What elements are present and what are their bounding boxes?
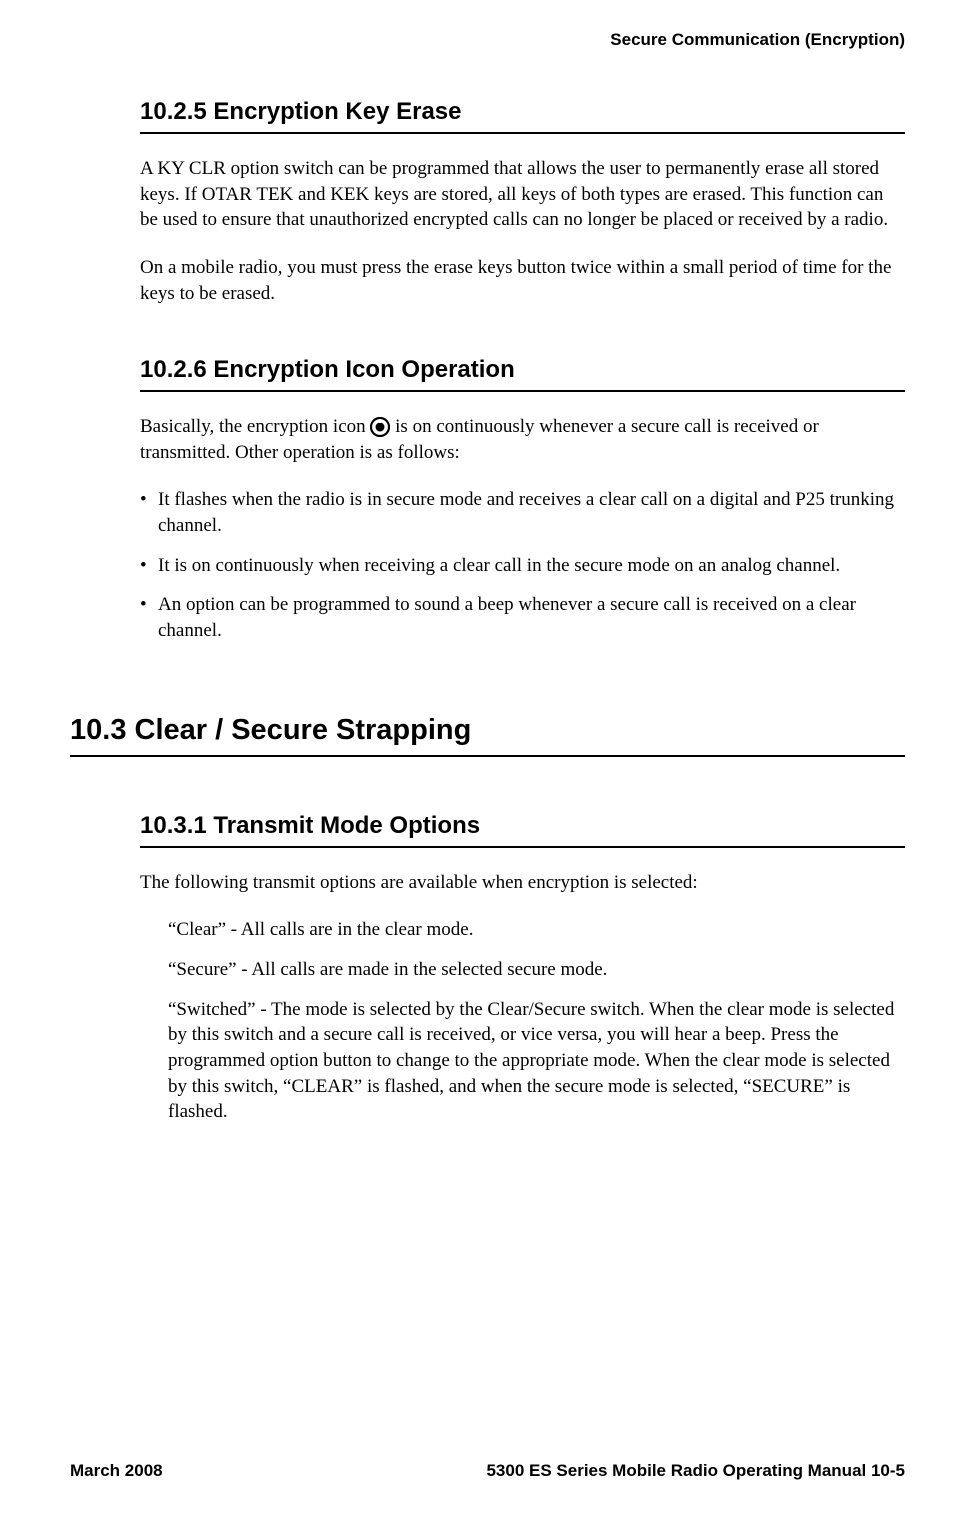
page-header: Secure Communication (Encryption) bbox=[70, 30, 905, 50]
option-item: “Switched” - The mode is selected by the… bbox=[168, 997, 905, 1125]
heading-key-erase: 10.2.5 Encryption Key Erase bbox=[140, 98, 905, 134]
text-span: Basically, the encryption icon bbox=[140, 416, 370, 437]
paragraph: On a mobile radio, you must press the er… bbox=[140, 255, 905, 306]
heading-icon-operation: 10.2.6 Encryption Icon Operation bbox=[140, 356, 905, 392]
list-item: An option can be programmed to sound a b… bbox=[140, 592, 905, 643]
paragraph: The following transmit options are avail… bbox=[140, 870, 905, 896]
page-footer: March 2008 5300 ES Series Mobile Radio O… bbox=[70, 1461, 905, 1481]
heading-transmit-mode: 10.3.1 Transmit Mode Options bbox=[140, 812, 905, 848]
options-block: “Clear” - All calls are in the clear mod… bbox=[168, 917, 905, 1124]
option-item: “Secure” - All calls are made in the sel… bbox=[168, 957, 905, 983]
option-item: “Clear” - All calls are in the clear mod… bbox=[168, 917, 905, 943]
section-transmit-mode: 10.3.1 Transmit Mode Options The followi… bbox=[140, 812, 905, 1125]
bullet-list: It flashes when the radio is in secure m… bbox=[140, 487, 905, 643]
list-item: It flashes when the radio is in secure m… bbox=[140, 487, 905, 538]
paragraph: Basically, the encryption icon is on con… bbox=[140, 414, 905, 465]
heading-clear-secure: 10.3 Clear / Secure Strapping bbox=[70, 714, 905, 757]
section-icon-operation: 10.2.6 Encryption Icon Operation Basical… bbox=[140, 356, 905, 643]
encryption-icon bbox=[370, 417, 390, 437]
section-key-erase: 10.2.5 Encryption Key Erase A KY CLR opt… bbox=[140, 98, 905, 306]
footer-manual-page: 5300 ES Series Mobile Radio Operating Ma… bbox=[486, 1461, 905, 1481]
list-item: It is on continuously when receiving a c… bbox=[140, 553, 905, 579]
footer-date: March 2008 bbox=[70, 1461, 163, 1481]
paragraph: A KY CLR option switch can be programmed… bbox=[140, 156, 905, 233]
